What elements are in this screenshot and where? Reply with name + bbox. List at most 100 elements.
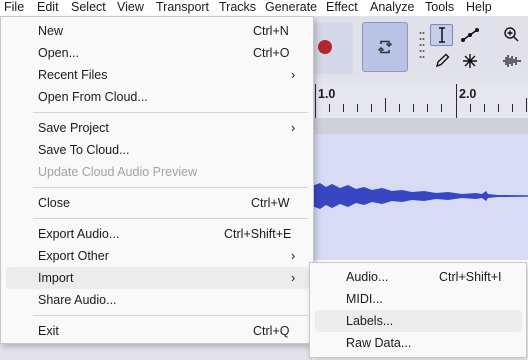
selection-tool-icon (438, 27, 445, 43)
fit-selection-button[interactable] (500, 50, 523, 72)
menu-item-open[interactable]: Open... Ctrl+O (6, 42, 309, 64)
menu-item-label: Exit (38, 324, 59, 338)
menu-analyze[interactable]: Analyze (370, 0, 414, 16)
draw-tool-button[interactable] (430, 50, 453, 72)
menu-item-import-labels[interactable]: Labels... (315, 310, 522, 332)
menu-item-label: Open From Cloud... (38, 90, 148, 104)
ruler-minor-tick (427, 104, 428, 112)
multi-tool-icon (462, 54, 477, 68)
menu-item-label: Audio... (346, 270, 389, 284)
menu-item-label: Export Other (38, 249, 109, 263)
menu-edit[interactable]: Edit (37, 0, 59, 16)
menu-item-exit[interactable]: Exit Ctrl+Q (6, 320, 309, 342)
loop-button[interactable] (362, 22, 408, 72)
record-button[interactable] (318, 40, 332, 54)
submenu-arrow-icon: › (291, 68, 296, 82)
zoom-in-button[interactable] (500, 24, 523, 46)
menu-separator (33, 112, 308, 113)
menu-item-label: Update Cloud Audio Preview (38, 165, 198, 179)
menu-item-save-to-cloud[interactable]: Save To Cloud... (6, 139, 309, 161)
ruler-minor-tick (357, 104, 358, 112)
menu-item-shortcut: Ctrl+Shift+E (224, 227, 292, 241)
menu-item-export-other[interactable]: Export Other › (6, 245, 309, 267)
menu-item-shortcut: Ctrl+Shift+I (439, 270, 502, 284)
menu-generate[interactable]: Generate (265, 0, 317, 16)
menu-item-save-project[interactable]: Save Project › (6, 117, 309, 139)
menu-item-label: Export Audio... (38, 227, 120, 241)
menu-transport[interactable]: Transport (156, 0, 209, 16)
timeline-ruler[interactable]: 1.0 2.0 (312, 84, 528, 119)
submenu-arrow-icon: › (291, 249, 296, 263)
ruler-minor-tick (399, 104, 400, 112)
ruler-minor-tick (512, 104, 513, 112)
menu-item-label: Labels... (346, 314, 394, 328)
submenu-arrow-icon: › (291, 271, 296, 285)
menu-item-label: Share Audio... (38, 293, 117, 307)
menu-item-import[interactable]: Import › (6, 267, 309, 289)
menu-select[interactable]: Select (71, 0, 106, 16)
multi-tool-button[interactable] (458, 50, 481, 72)
ruler-tick (456, 84, 457, 118)
menu-item-shortcut: Ctrl+Q (253, 324, 290, 338)
menu-item-label: Close (38, 196, 70, 210)
menu-separator (33, 218, 308, 219)
audio-track[interactable] (312, 134, 528, 260)
menu-tools[interactable]: Tools (425, 0, 454, 16)
clip-header[interactable] (312, 118, 528, 134)
menu-item-new[interactable]: New Ctrl+N (6, 20, 309, 42)
loop-icon (377, 40, 393, 54)
ruler-minor-tick (441, 104, 442, 112)
ruler-minor-tick (484, 104, 485, 112)
menu-separator (33, 315, 308, 316)
draw-tool-icon (435, 53, 449, 68)
ruler-minor-tick (470, 104, 471, 112)
ruler-label: 1.0 (318, 87, 336, 101)
menu-view[interactable]: View (117, 0, 144, 16)
ruler-label: 2.0 (459, 87, 477, 101)
menu-tracks[interactable]: Tracks (219, 0, 256, 16)
ruler-minor-tick (385, 98, 386, 112)
menu-item-label: Recent Files (38, 68, 108, 82)
ruler-tick (315, 84, 316, 118)
import-submenu: Audio... Ctrl+Shift+I MIDI... Labels... … (309, 262, 527, 358)
ruler-minor-tick (526, 98, 527, 112)
menu-item-shortcut: Ctrl+O (253, 46, 290, 60)
menu-item-label: Save Project (38, 121, 109, 135)
menu-item-label: Raw Data... (346, 336, 412, 350)
menu-item-open-from-cloud[interactable]: Open From Cloud... (6, 86, 309, 108)
menu-file[interactable]: File (4, 0, 24, 16)
menu-item-label: Open... (38, 46, 79, 60)
toolbar-grip[interactable] (419, 30, 425, 64)
menu-item-shortcut: Ctrl+N (253, 24, 289, 38)
submenu-arrow-icon: › (291, 121, 296, 135)
menu-help[interactable]: Help (466, 0, 492, 16)
menu-item-import-midi[interactable]: MIDI... (315, 288, 522, 310)
menu-item-close[interactable]: Close Ctrl+W (6, 192, 309, 214)
ruler-minor-tick (371, 104, 372, 112)
menu-item-update-cloud-audio-preview: Update Cloud Audio Preview (6, 161, 309, 183)
audio-waveform (312, 183, 528, 209)
ruler-minor-tick (498, 104, 499, 112)
menu-item-recent-files[interactable]: Recent Files › (6, 64, 309, 86)
file-menu: New Ctrl+N Open... Ctrl+O Recent Files ›… (0, 16, 314, 344)
menu-item-label: Save To Cloud... (38, 143, 130, 157)
menu-item-export-audio[interactable]: Export Audio... Ctrl+Shift+E (6, 223, 309, 245)
ruler-minor-tick (343, 104, 344, 112)
ruler-minor-tick (413, 104, 414, 112)
menu-effect[interactable]: Effect (326, 0, 358, 16)
menu-item-import-audio[interactable]: Audio... Ctrl+Shift+I (315, 266, 522, 288)
selection-tool-button[interactable] (430, 24, 453, 46)
menu-item-share-audio[interactable]: Share Audio... (6, 289, 309, 311)
envelope-tool-button[interactable] (458, 24, 481, 46)
envelope-tool-icon (460, 28, 479, 42)
menu-item-label: MIDI... (346, 292, 383, 306)
menu-item-import-raw-data[interactable]: Raw Data... (315, 332, 522, 354)
menu-separator (33, 187, 308, 188)
menu-item-label: New (38, 24, 64, 38)
zoom-in-icon (503, 27, 518, 42)
menu-item-label: Import (38, 271, 74, 285)
menu-bar: File Edit Select View Transport Tracks G… (0, 0, 528, 16)
menu-item-shortcut: Ctrl+W (251, 196, 290, 210)
audio-waveform-icon (502, 55, 521, 67)
ruler-minor-tick (329, 104, 330, 112)
